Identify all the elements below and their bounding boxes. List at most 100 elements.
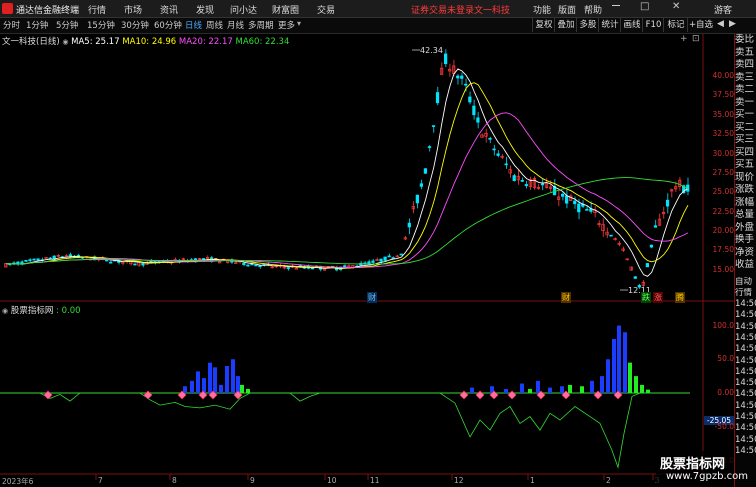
trade-time-0: 自动 [735,276,753,287]
candle-body [423,168,428,174]
signal-marker-icon-1 [143,390,153,400]
indicator-bar-blue-0 [183,386,187,393]
indicator-tick-2: 0.00 [717,388,734,397]
indicator-bar-blue-12 [504,388,508,393]
candle-body [201,258,206,260]
candle-body [36,258,40,262]
candle-body [24,259,28,262]
price-tick-6: 30.00 [712,148,734,158]
indicator-bar-green-0 [240,384,244,393]
quote-field-1: 卖五 [735,46,755,58]
candle-body [520,180,524,182]
quote-field-6: 买一 [735,109,755,120]
indicator-bar-blue-14 [536,380,540,393]
die-marker[interactable]: 跌 [641,292,651,303]
candle-body [68,254,72,257]
quote-field-9: 买四 [735,146,755,158]
trade-time-14: 14:50 [735,434,756,445]
candle-body [218,261,222,264]
date-tick-6: 12 [454,476,464,485]
candle-body [460,75,464,79]
candle-body [456,75,460,79]
candle-body [464,83,468,86]
quote-field-15: 外盘 [735,221,755,233]
candle-body [645,263,649,268]
watermark-url: www.7gpzb.com [666,471,748,482]
date-tick-4: 10 [327,476,337,485]
trade-time-7: 14:50 [735,355,756,366]
signal-marker-icon-7 [475,390,485,400]
date-tick-8: 2 [606,476,611,485]
candle-body [496,153,500,156]
indicator-bar-blue-22 [623,332,627,393]
candle-body [379,258,383,262]
cai-marker-1[interactable]: 财 [367,292,377,303]
quote-field-11: 现价 [735,171,755,183]
candle-body [472,105,476,116]
candle-body [383,256,387,261]
trade-time-2: 14:50 [735,299,756,310]
indicator-bar-blue-7 [225,366,229,393]
watermark-title: 股票指标网 [660,457,726,472]
quote-field-14: 总量 [735,209,755,220]
indicator-bar-blue-17 [590,380,594,393]
candle-body [431,125,436,127]
trade-time-11: 14:50 [735,400,756,411]
date-tick-1: 7 [98,476,103,485]
price-tick-3: 22.50 [712,206,734,216]
indicator-bar-blue-20 [612,339,616,393]
indicator-bar-blue-8 [231,359,235,393]
candle-body [577,203,581,213]
candle-body [387,255,391,258]
quote-field-12: 涨跌 [735,184,755,195]
price-tick-0: 15.00 [712,264,734,274]
indicator-bar-green-7 [640,384,644,393]
candle-body [28,259,32,262]
price-tick-10: 40.00 [712,71,734,80]
indicator-bar-blue-10 [470,387,474,393]
indicator-bar-green-8 [646,389,650,393]
candle-body [492,148,496,151]
date-tick-2: 8 [172,476,177,485]
indicator-tick-0: 100.0 [712,320,734,330]
candle-body [399,253,403,256]
indicator-bar-blue-9 [236,376,240,393]
indicator-tick-3: -50.0 [714,421,734,431]
date-tick-5: 11 [370,476,380,485]
candle-body [443,53,448,65]
candle-body [476,117,480,123]
candle-body [391,257,395,259]
indicator-bar-blue-15 [548,387,552,393]
candle-body [573,200,577,205]
cai-marker-2[interactable]: 财 [561,292,571,303]
watermark: 股票指标网 www.7gpzb.com [656,451,748,487]
candle-body [141,262,145,266]
price-tick-5: 27.50 [712,167,734,177]
trade-time-6: 14:50 [735,344,756,355]
candle-body [347,265,351,268]
indicator-settings-icon[interactable]: ◉ [2,307,8,315]
candle-body [633,276,637,279]
trade-time-15: 14:50 [735,445,756,456]
zhang-marker[interactable]: 涨 [653,292,663,303]
trade-time-8: 14:50 [735,366,756,377]
candle-body [371,260,375,263]
candle-body [585,208,589,211]
indicator-line [0,392,690,469]
quote-field-4: 卖二 [735,84,755,95]
trade-time-9: 14:50 [735,378,756,389]
teng-marker[interactable]: 腾 [675,292,685,303]
indicator-bar-blue-6 [219,384,223,393]
indicator-bar-green-6 [634,376,638,393]
price-tick-1: 17.50 [712,245,734,255]
indicator-bar-green-2 [528,388,532,393]
candle-body [468,96,472,103]
signal-marker-icon-9 [507,390,517,400]
quote-field-5: 卖一 [735,96,755,108]
indicator-bar-blue-16 [560,386,564,393]
candle-body [427,146,432,148]
candle-body [561,193,565,197]
indicator-bar-green-3 [568,384,572,393]
price-tick-2: 20.00 [712,226,734,235]
quote-field-10: 买五 [735,159,755,170]
